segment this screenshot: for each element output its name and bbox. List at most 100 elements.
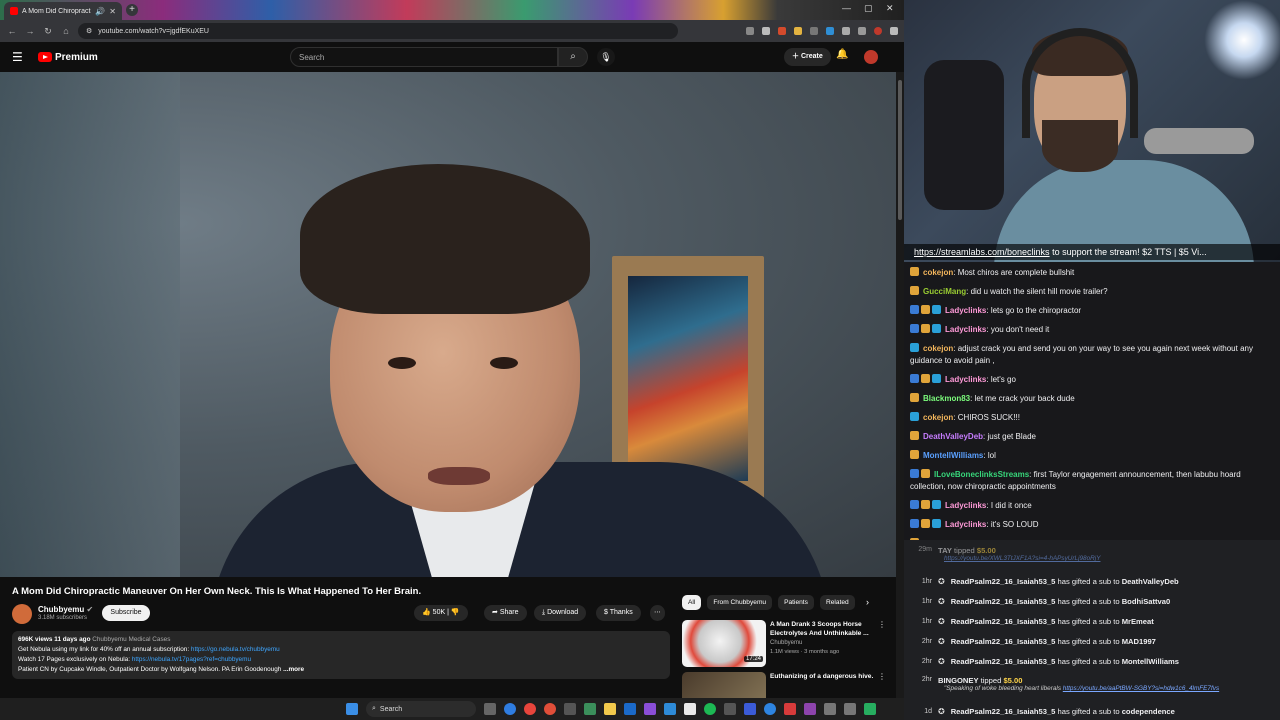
chat-username[interactable]: Ladyclinks bbox=[945, 375, 986, 384]
chat-username[interactable]: cokejon bbox=[923, 344, 953, 353]
show-more-link[interactable]: ...more bbox=[283, 666, 304, 673]
search-input[interactable]: Search bbox=[290, 47, 558, 67]
like-button[interactable]: 👍 50K | 👎 bbox=[414, 605, 468, 621]
menu-dots-icon[interactable] bbox=[890, 27, 898, 35]
tip-link[interactable]: https://youtu.be/XWL3TtJXF1A?si=4-hAPsyU… bbox=[944, 555, 1100, 562]
chat-badge-icon[interactable] bbox=[910, 431, 919, 440]
chat-badge-icon[interactable] bbox=[910, 267, 919, 276]
cast-icon[interactable] bbox=[746, 27, 754, 35]
chat-badge-icon[interactable] bbox=[932, 305, 941, 314]
chat-badge-icon[interactable] bbox=[910, 343, 919, 352]
app-icon[interactable] bbox=[764, 703, 776, 715]
app-icon[interactable] bbox=[744, 703, 756, 715]
chip-all[interactable]: All bbox=[682, 595, 702, 610]
more-options-icon[interactable]: ⋮ bbox=[878, 672, 886, 681]
rec-title[interactable]: A Man Drank 3 Scoops Horse Electrolytes … bbox=[770, 620, 874, 638]
tab-audio-icon[interactable]: 🔊 bbox=[95, 7, 105, 16]
app-icon[interactable] bbox=[724, 703, 736, 715]
rec-channel[interactable]: Chubbyemu bbox=[770, 640, 802, 646]
url-field[interactable]: ⚙ youtube.com/watch?v=jgdfEKuXEU bbox=[78, 23, 678, 39]
subscribe-button[interactable]: Subscribe bbox=[102, 605, 150, 621]
chat-username[interactable]: Blackmon83 bbox=[923, 394, 970, 403]
thumbs-down-icon[interactable]: 👎 bbox=[451, 609, 460, 616]
close-window-button[interactable]: ✕ bbox=[886, 3, 894, 14]
chat-badge-icon[interactable] bbox=[921, 305, 930, 314]
forward-icon[interactable]: → bbox=[24, 25, 36, 37]
app-icon[interactable] bbox=[584, 703, 596, 715]
more-options-icon[interactable]: ⋮ bbox=[878, 620, 886, 629]
task-view-icon[interactable] bbox=[484, 703, 496, 715]
chat-badge-icon[interactable] bbox=[932, 324, 941, 333]
back-icon[interactable]: ← bbox=[6, 25, 18, 37]
chat-badge-icon[interactable] bbox=[910, 305, 919, 314]
chat-username[interactable]: DeathValleyDeb bbox=[923, 432, 983, 441]
create-button[interactable]: ＋ Create bbox=[784, 48, 831, 66]
chat-badge-icon[interactable] bbox=[932, 500, 941, 509]
channel-avatar[interactable] bbox=[12, 604, 32, 624]
recommended-video[interactable]: Euthanizing of a dangerous hive. ⋮ bbox=[682, 672, 892, 698]
chat-badge-icon[interactable] bbox=[910, 324, 919, 333]
chat-badge-icon[interactable] bbox=[932, 374, 941, 383]
share-button[interactable]: ➦ Share bbox=[484, 605, 527, 621]
sidebar-icon[interactable] bbox=[858, 27, 866, 35]
chat-username[interactable]: GucciMang bbox=[923, 287, 966, 296]
app-icon[interactable] bbox=[564, 703, 576, 715]
desc-link[interactable]: https://nebula.tv/17pages?ref=chubbyemu bbox=[132, 656, 251, 663]
more-actions-button[interactable]: ⋯ bbox=[650, 605, 665, 621]
spotify-icon[interactable] bbox=[704, 703, 716, 715]
new-tab-button[interactable]: + bbox=[126, 4, 138, 16]
video-category[interactable]: Chubbyemu Medical Cases bbox=[92, 636, 170, 643]
chrome-alt-icon[interactable] bbox=[544, 703, 556, 715]
thanks-button[interactable]: $ Thanks bbox=[596, 605, 641, 621]
chat-badge-icon[interactable] bbox=[910, 286, 919, 295]
chat-badge-icon[interactable] bbox=[921, 519, 930, 528]
home-icon[interactable]: ⌂ bbox=[60, 25, 72, 37]
chip-related[interactable]: Related bbox=[819, 595, 855, 610]
extension-icon[interactable] bbox=[794, 27, 802, 35]
app-icon[interactable] bbox=[844, 703, 856, 715]
chat-badge-icon[interactable] bbox=[921, 469, 930, 478]
scrollbar-thumb[interactable] bbox=[898, 80, 902, 220]
chip-from-channel[interactable]: From Chubbyemu bbox=[707, 595, 773, 610]
puzzle-icon[interactable] bbox=[842, 27, 850, 35]
chevron-right-icon[interactable]: › bbox=[866, 597, 869, 607]
reload-icon[interactable]: ↻ bbox=[42, 25, 54, 37]
chat-badge-icon[interactable] bbox=[921, 324, 930, 333]
video-thumbnail[interactable] bbox=[682, 672, 766, 698]
discord-icon[interactable] bbox=[644, 703, 656, 715]
chat-badge-icon[interactable] bbox=[921, 374, 930, 383]
voice-search-button[interactable]: 🎙 bbox=[597, 48, 615, 66]
steam-icon[interactable] bbox=[624, 703, 636, 715]
download-button[interactable]: ⤓ Download bbox=[534, 605, 587, 621]
profile-icon[interactable] bbox=[874, 27, 882, 35]
channel-name[interactable]: Chubbyemu ✔ bbox=[38, 605, 93, 614]
chat-username[interactable]: cokejon bbox=[923, 413, 953, 422]
maximize-button[interactable]: ▢ bbox=[864, 3, 873, 14]
extension-icon[interactable] bbox=[778, 27, 786, 35]
chat-username[interactable]: Ladyclinks bbox=[945, 520, 986, 529]
video-description[interactable]: 696K views 11 days ago Chubbyemu Medical… bbox=[12, 631, 670, 679]
tab-close-icon[interactable]: ✕ bbox=[109, 7, 116, 16]
minimize-button[interactable]: — bbox=[842, 3, 851, 13]
taskbar-search[interactable]: ⌕ Search bbox=[366, 701, 476, 717]
edge-icon[interactable] bbox=[504, 703, 516, 715]
chat-badge-icon[interactable] bbox=[910, 519, 919, 528]
chat-badge-icon[interactable] bbox=[910, 469, 919, 478]
chat-badge-icon[interactable] bbox=[910, 393, 919, 402]
app-icon[interactable] bbox=[664, 703, 676, 715]
browser-tab[interactable]: A Mom Did Chiropractic M... 🔊 ✕ bbox=[4, 2, 122, 20]
chat-badge-icon[interactable] bbox=[932, 519, 941, 528]
recommended-video[interactable]: 17:24 A Man Drank 3 Scoops Horse Electro… bbox=[682, 620, 892, 668]
account-avatar[interactable] bbox=[864, 50, 878, 64]
app-icon[interactable] bbox=[824, 703, 836, 715]
chat-badge-icon[interactable] bbox=[910, 412, 919, 421]
site-info-icon[interactable]: ⚙ bbox=[86, 27, 92, 35]
youtube-logo[interactable]: Premium bbox=[38, 52, 98, 63]
extension-icon[interactable] bbox=[826, 27, 834, 35]
desc-link[interactable]: https://go.nebula.tv/chubbyemu bbox=[191, 646, 280, 653]
rec-title[interactable]: Euthanizing of a dangerous hive. bbox=[770, 672, 874, 681]
extension-icon[interactable] bbox=[810, 27, 818, 35]
chat-username[interactable]: ILoveBoneclinksStreams bbox=[934, 470, 1029, 479]
app-icon[interactable] bbox=[784, 703, 796, 715]
windows-start-icon[interactable] bbox=[346, 703, 358, 715]
